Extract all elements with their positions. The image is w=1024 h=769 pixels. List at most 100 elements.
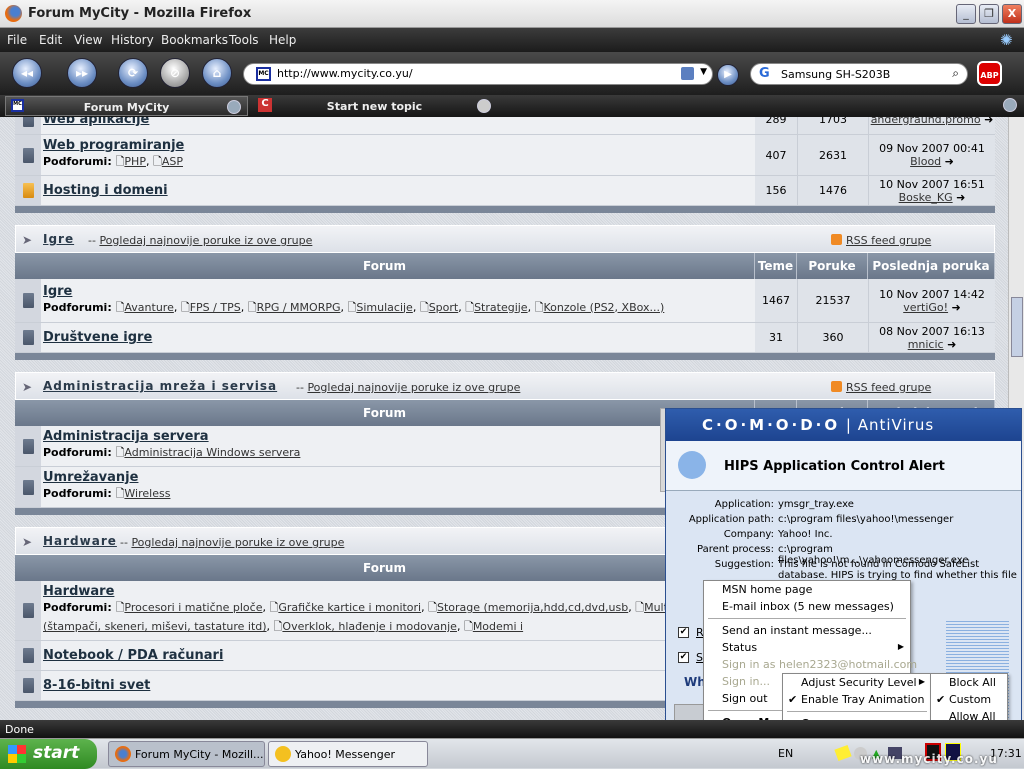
goto-post-icon[interactable]: ➜	[944, 338, 956, 351]
url-bar[interactable]: MC http://www.mycity.co.yu/ ▼	[243, 63, 713, 85]
subforum-link[interactable]: Wireless	[124, 487, 170, 500]
subforum-link[interactable]: Procesori i matične ploče	[124, 601, 262, 614]
forum-link[interactable]: Hardware	[43, 584, 753, 599]
section-title-link[interactable]: Hardware	[43, 534, 117, 548]
menu-item[interactable]: E-mail inbox (5 new messages)	[704, 598, 910, 615]
rss-feed-link[interactable]: RSS feed grupe	[846, 381, 931, 394]
menu-history[interactable]: History	[111, 33, 154, 47]
rss-icon[interactable]	[831, 381, 842, 392]
latest-posts-link[interactable]: -- Pogledaj najnovije poruke iz ove grup…	[88, 234, 312, 247]
user-link[interactable]: vertiGo!	[903, 301, 948, 314]
menu-item[interactable]: Adjust Security Level ▶	[783, 674, 931, 691]
subforum-link[interactable]: Simulacije	[356, 301, 412, 314]
subforum-link[interactable]: Sport	[429, 301, 459, 314]
tab-close-icon[interactable]	[227, 100, 241, 114]
user-link[interactable]: Blood	[910, 155, 941, 168]
go-button[interactable]: ▶	[717, 64, 739, 86]
subforum-link[interactable]: Modemi i	[473, 620, 523, 633]
menu-item[interactable]: Send an instant message...	[704, 622, 910, 639]
tab-list-icon[interactable]	[1003, 98, 1017, 112]
latest-posts-link[interactable]: -- Pogledaj najnovije poruke iz ove grup…	[296, 381, 520, 394]
minimize-button[interactable]: _	[956, 4, 976, 24]
forum-link[interactable]: Društvene igre	[43, 330, 753, 345]
subforum-link[interactable]: Avanture	[124, 301, 173, 314]
url-text[interactable]: http://www.mycity.co.yu/	[277, 67, 413, 80]
google-icon[interactable]: G	[759, 66, 770, 81]
subforum-link[interactable]: Grafičke kartice i monitori	[278, 601, 421, 614]
topics-count: 156	[755, 176, 797, 205]
goto-post-icon[interactable]: ➜	[941, 155, 954, 168]
forum-link[interactable]: 8-16-bitni svet	[43, 678, 753, 693]
menu-file[interactable]: File	[7, 33, 27, 47]
tab-start-new-topic[interactable]: C Start new topic	[252, 96, 497, 116]
rss-feed-link[interactable]: RSS feed grupe	[846, 234, 931, 247]
forum-link[interactable]: Web aplikacije	[43, 117, 753, 127]
latest-posts-link[interactable]: -- Pogledaj najnovije poruke iz ove grup…	[120, 536, 344, 549]
forum-link[interactable]: Notebook / PDA računari	[43, 648, 753, 663]
tab-close-icon[interactable]	[477, 99, 491, 113]
menu-item[interactable]: ✔ Custom	[931, 691, 1007, 708]
back-button[interactable]: ◂◂	[12, 58, 42, 88]
subforum-link[interactable]: PHP	[124, 155, 146, 168]
dropdown-icon[interactable]: ▼	[700, 67, 707, 77]
goto-post-icon[interactable]: ➜	[981, 117, 993, 126]
forum-link[interactable]: Hosting i domeni	[43, 183, 753, 198]
subforum-link[interactable]: Strategije	[474, 301, 528, 314]
subforum-link[interactable]: Administracija Windows servera	[124, 446, 300, 459]
checkbox-1[interactable]: ✔	[678, 627, 689, 638]
task-yahoo-messenger[interactable]: Yahoo! Messenger	[268, 741, 428, 767]
menu-item[interactable]: Status ▶	[704, 639, 910, 656]
subforum-link[interactable]: Storage (memorija,hdd,cd,dvd,usb	[437, 601, 628, 614]
goto-post-icon[interactable]: ➜	[953, 191, 965, 204]
rss-icon[interactable]	[831, 234, 842, 245]
menu-item[interactable]: ✔ Enable Tray Animation	[783, 691, 931, 708]
search-icon[interactable]: ⌕	[952, 66, 959, 81]
home-button[interactable]: ⌂	[202, 58, 232, 88]
forum-link[interactable]: Igre	[43, 284, 753, 299]
latest-posts-anchor[interactable]: Pogledaj najnovije poruke iz ove grupe	[307, 381, 520, 394]
task-firefox[interactable]: Forum MyCity - Mozill...	[108, 741, 265, 767]
subforum-link[interactable]: ASP	[162, 155, 183, 168]
latest-posts-anchor[interactable]: Pogledaj najnovije poruke iz ove grupe	[131, 536, 344, 549]
search-box[interactable]: G Samsung SH-S203B ⌕	[750, 63, 968, 85]
reload-button[interactable]: ⟳	[118, 58, 148, 88]
section-title-link[interactable]: Administracija mreža i servisa	[43, 379, 277, 393]
menu-item[interactable]: MSN home page	[704, 581, 910, 598]
subforum-link[interactable]: FPS / TPS	[190, 301, 241, 314]
search-input[interactable]: Samsung SH-S203B	[781, 68, 890, 81]
subforum-link[interactable]: Overklok, hlađenje i modovanje	[282, 620, 457, 633]
scrollbar-thumb[interactable]	[1011, 297, 1023, 357]
feed-icon[interactable]	[681, 67, 694, 80]
forward-button[interactable]: ▸▸	[67, 58, 97, 88]
subforum-icon: 🗋	[465, 300, 475, 314]
language-indicator[interactable]: EN	[778, 747, 793, 760]
user-link[interactable]: mnicic	[908, 338, 944, 351]
goto-post-icon[interactable]: ➜	[948, 301, 961, 314]
menu-view[interactable]: View	[74, 33, 102, 47]
subforum-link[interactable]: RPG / MMORPG	[257, 301, 341, 314]
user-link[interactable]: Boske_KG	[899, 191, 953, 204]
menu-item[interactable]: Block All	[931, 674, 1007, 691]
restore-button[interactable]: ❐	[979, 4, 999, 24]
forum-link[interactable]: Web programiranje	[43, 138, 753, 153]
menu-edit[interactable]: Edit	[39, 33, 62, 47]
question-icon	[678, 451, 706, 479]
adblock-icon[interactable]: ABP	[977, 61, 1002, 86]
stop-button[interactable]: ⊘	[160, 58, 190, 88]
section-title-link[interactable]: Igre	[43, 232, 74, 246]
forum-section: Web aplikacije 289 1703 andergraund.promo ➜…	[15, 117, 995, 213]
last-post-user: Boske_KG ➜	[869, 191, 995, 204]
start-button[interactable]: start	[0, 739, 97, 769]
tray-icon-warning[interactable]	[834, 744, 852, 762]
checkbox-2[interactable]: ✔	[678, 652, 689, 663]
forum-link[interactable]: Umrežavanje	[43, 470, 753, 485]
forum-link[interactable]: Administracija servera	[43, 429, 753, 444]
close-button[interactable]: X	[1002, 4, 1022, 24]
menu-help[interactable]: Help	[269, 33, 296, 47]
menu-tools[interactable]: Tools	[229, 33, 259, 47]
subforum-link[interactable]: Konzole (PS2, XBox...)	[543, 301, 664, 314]
tab-forum-mycity[interactable]: MC Forum MyCity	[5, 96, 248, 116]
menu-bookmarks[interactable]: Bookmarks	[161, 33, 228, 47]
latest-posts-anchor[interactable]: Pogledaj najnovije poruke iz ove grupe	[99, 234, 312, 247]
user-link[interactable]: andergraund.promo	[871, 117, 981, 126]
